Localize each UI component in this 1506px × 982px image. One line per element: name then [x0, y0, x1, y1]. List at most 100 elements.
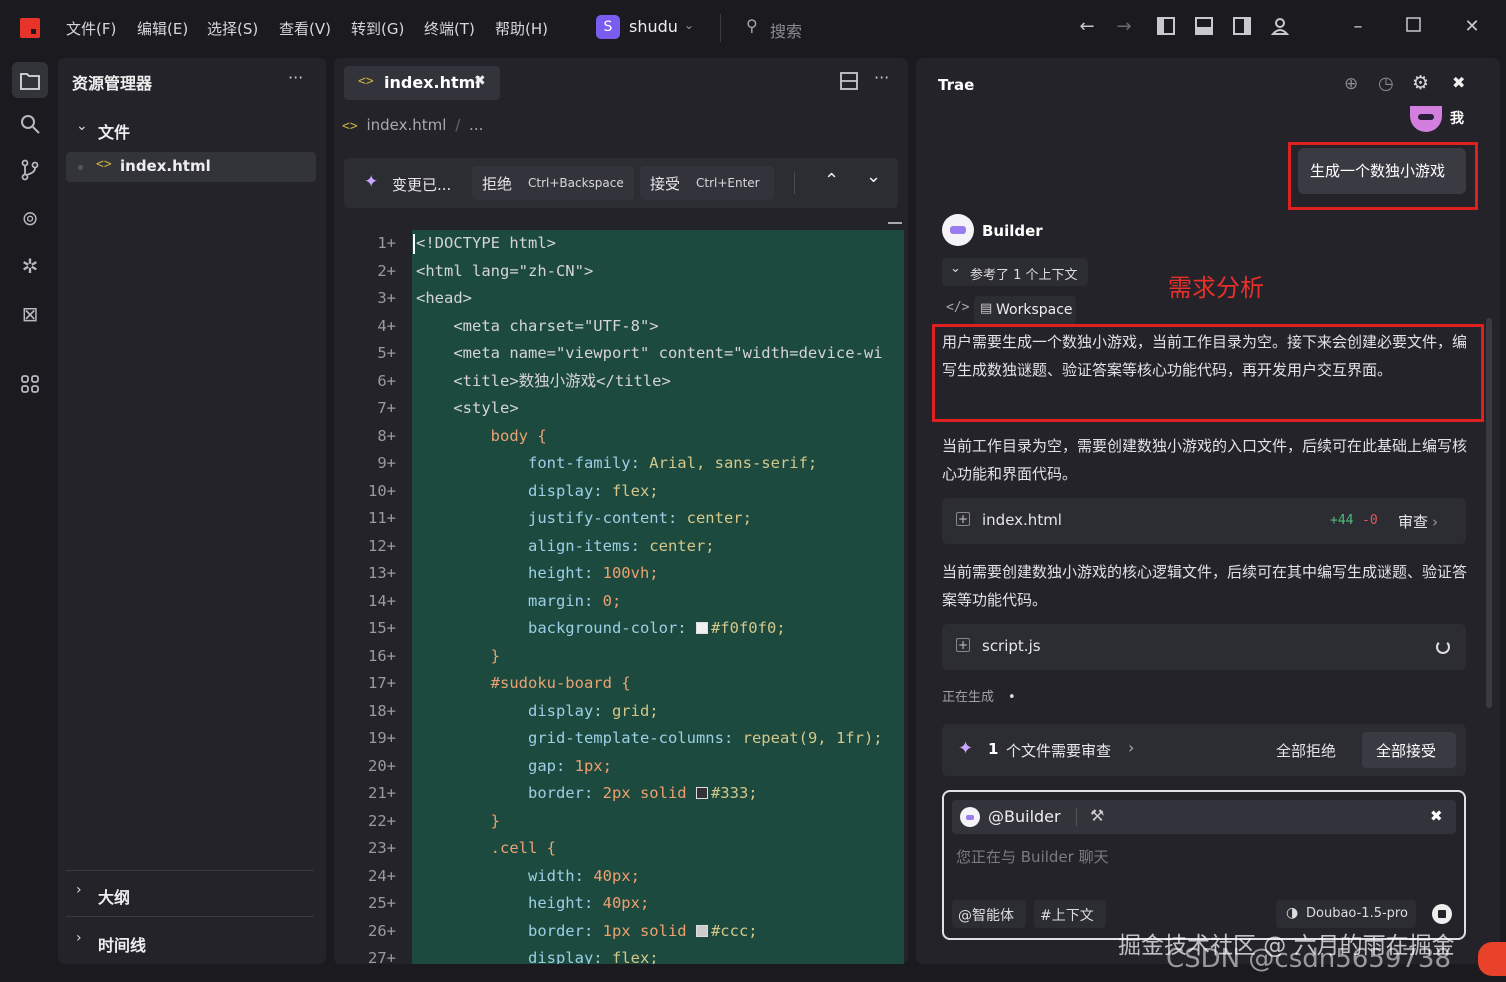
menu-item[interactable]: 帮助(H): [495, 18, 548, 39]
code-text: <!DOCTYPE html>: [416, 230, 556, 258]
code-text: .cell {: [416, 835, 556, 863]
code-line: 18+ display: grid;: [334, 698, 894, 726]
project-switcher[interactable]: S shudu ⌄: [596, 15, 700, 41]
previous-change-icon[interactable]: ⌃: [824, 170, 839, 191]
context-chip-input[interactable]: #上下文: [1034, 900, 1106, 928]
history-icon[interactable]: ◷: [1378, 73, 1394, 94]
close-window-icon[interactable]: ✕: [1462, 17, 1482, 37]
breadcrumb-file[interactable]: index.html: [366, 116, 446, 134]
changes-label: 变更已...: [392, 176, 452, 194]
account-icon[interactable]: [1270, 17, 1290, 37]
menu-item[interactable]: 文件(F): [66, 18, 116, 39]
menu-item[interactable]: 转到(G): [351, 18, 404, 39]
reject-all-button[interactable]: 全部拒绝: [1276, 740, 1336, 761]
arrow-right-icon[interactable]: →: [1114, 17, 1134, 37]
toggle-right-panel-icon[interactable]: [1232, 17, 1252, 37]
code-icon: </>: [946, 300, 970, 315]
search-icon[interactable]: [16, 110, 44, 138]
menu-item[interactable]: 选择(S): [207, 18, 258, 39]
reject-label: 拒绝: [482, 175, 513, 193]
changes-toolbar: ✦ 变更已... 拒绝 Ctrl+Backspace 接受 Ctrl+Enter…: [344, 158, 898, 208]
explorer-icon[interactable]: [12, 62, 48, 98]
file-change-script-js[interactable]: + script.js: [942, 624, 1466, 670]
section-divider: [66, 870, 314, 871]
close-tab-icon[interactable]: ✖: [474, 73, 486, 89]
send-stop-icon[interactable]: [1432, 904, 1452, 924]
title-divider: [720, 14, 721, 42]
code-text: height: 100vh;: [416, 560, 659, 588]
chat-scrollbar[interactable]: [1486, 318, 1492, 708]
tools-icon[interactable]: ⚒: [1090, 806, 1104, 825]
user-label: 我: [1450, 111, 1464, 127]
accept-all-button[interactable]: 全部接受: [1362, 732, 1456, 768]
code-line: 3+ <head>: [334, 285, 894, 313]
timeline-section[interactable]: › 时间线: [72, 930, 312, 955]
html-file-icon: <>: [358, 74, 374, 89]
split-editor-icon[interactable]: [840, 72, 858, 94]
more-actions-icon[interactable]: ···: [288, 68, 303, 87]
editor-tab[interactable]: <> index.html ✖: [344, 66, 500, 100]
color-swatch[interactable]: [695, 622, 708, 634]
context-chip[interactable]: ⌄ 参考了 1 个上下文: [942, 258, 1088, 286]
menu-item[interactable]: 查看(V): [279, 18, 331, 39]
color-swatch[interactable]: [695, 787, 708, 799]
arrow-left-icon[interactable]: ←: [1077, 17, 1097, 37]
review-button[interactable]: 审查 ›: [1398, 511, 1438, 532]
maximize-icon[interactable]: [1404, 17, 1424, 37]
new-chat-icon[interactable]: ⊕: [1344, 74, 1358, 94]
toggle-bottom-panel-icon[interactable]: [1194, 17, 1214, 37]
chat-input-box[interactable]: @Builder ⚒ ✖ 您正在与 Builder 聊天 @智能体 #上下文 ◑…: [942, 790, 1466, 940]
outline-section[interactable]: › 大纲: [72, 882, 312, 907]
code-text: }: [416, 643, 500, 671]
line-number: 12+: [368, 536, 396, 555]
code-area[interactable]: 1+ <!DOCTYPE html> 2+ <html lang="zh-CN"> 3+…: [334, 230, 908, 964]
breadcrumb-more[interactable]: ...: [469, 116, 483, 134]
pending-text[interactable]: 个文件需要审查: [1006, 740, 1111, 761]
model-label: Doubao-1.5-pro: [1306, 906, 1408, 921]
chevron-down-icon: ⌄: [950, 261, 961, 276]
folder-row[interactable]: ⌄ 文件: [72, 118, 312, 142]
code-line: 1+ <!DOCTYPE html>: [334, 230, 894, 258]
remove-mention-icon[interactable]: ✖: [1430, 807, 1443, 825]
line-number: 11+: [368, 509, 396, 527]
minimize-icon[interactable]: –: [1348, 17, 1368, 37]
code-line: 24+ width: 40px;: [334, 863, 894, 891]
debug-icon[interactable]: ✲: [16, 252, 44, 280]
chevron-right-icon: ›: [1128, 738, 1135, 757]
workspace-chip[interactable]: ▤ Workspace: [974, 296, 1076, 324]
mention-divider: [1076, 808, 1077, 826]
model-selector[interactable]: ◑ Doubao-1.5-pro: [1276, 900, 1416, 928]
reject-button[interactable]: 拒绝 Ctrl+Backspace: [472, 166, 634, 200]
breadcrumb-separator: /: [455, 116, 461, 134]
menu-item[interactable]: 终端(T): [424, 18, 475, 39]
code-text: border: 2px solid #333;: [416, 780, 758, 808]
user-avatar: [1410, 106, 1442, 132]
file-row-index-html[interactable]: <> index.html: [66, 152, 316, 182]
code-token: <title>数独小游戏</title>: [416, 371, 671, 390]
accept-button[interactable]: 接受 Ctrl+Enter: [640, 166, 774, 200]
close-panel-icon[interactable]: ✖: [1452, 73, 1465, 92]
settings-icon[interactable]: ⚙: [1412, 72, 1429, 94]
folder-name: 文件: [98, 123, 131, 142]
next-change-icon[interactable]: ⌄: [866, 166, 881, 187]
search-box[interactable]: ⚲ 搜索: [744, 16, 944, 41]
code-token: <style>: [416, 399, 519, 417]
agent-chip[interactable]: @智能体: [952, 900, 1026, 928]
remote-icon[interactable]: ⊚: [16, 204, 44, 232]
search-icon: ⚲: [746, 16, 758, 35]
sparkle-icon: ✦: [364, 172, 379, 192]
code-text: font-family: Arial, sans-serif;: [416, 450, 817, 478]
remote-explorer-icon[interactable]: ⊠: [16, 300, 44, 328]
project-avatar: S: [596, 15, 620, 39]
code-line: 25+ height: 40px;: [334, 890, 894, 918]
file-change-index-html[interactable]: + index.html +44 -0 审查 ›: [942, 498, 1466, 544]
menu-item[interactable]: 编辑(E): [137, 18, 188, 39]
agent-avatar: [942, 214, 974, 246]
color-swatch[interactable]: [695, 924, 708, 937]
extensions-icon[interactable]: [16, 370, 44, 398]
toggle-left-panel-icon[interactable]: [1156, 17, 1176, 37]
code-token: <meta name="viewport" content="width=dev…: [416, 344, 883, 362]
code-line: 16+ }: [334, 643, 894, 671]
editor-more-icon[interactable]: ···: [874, 68, 889, 87]
source-control-icon[interactable]: [16, 156, 44, 184]
